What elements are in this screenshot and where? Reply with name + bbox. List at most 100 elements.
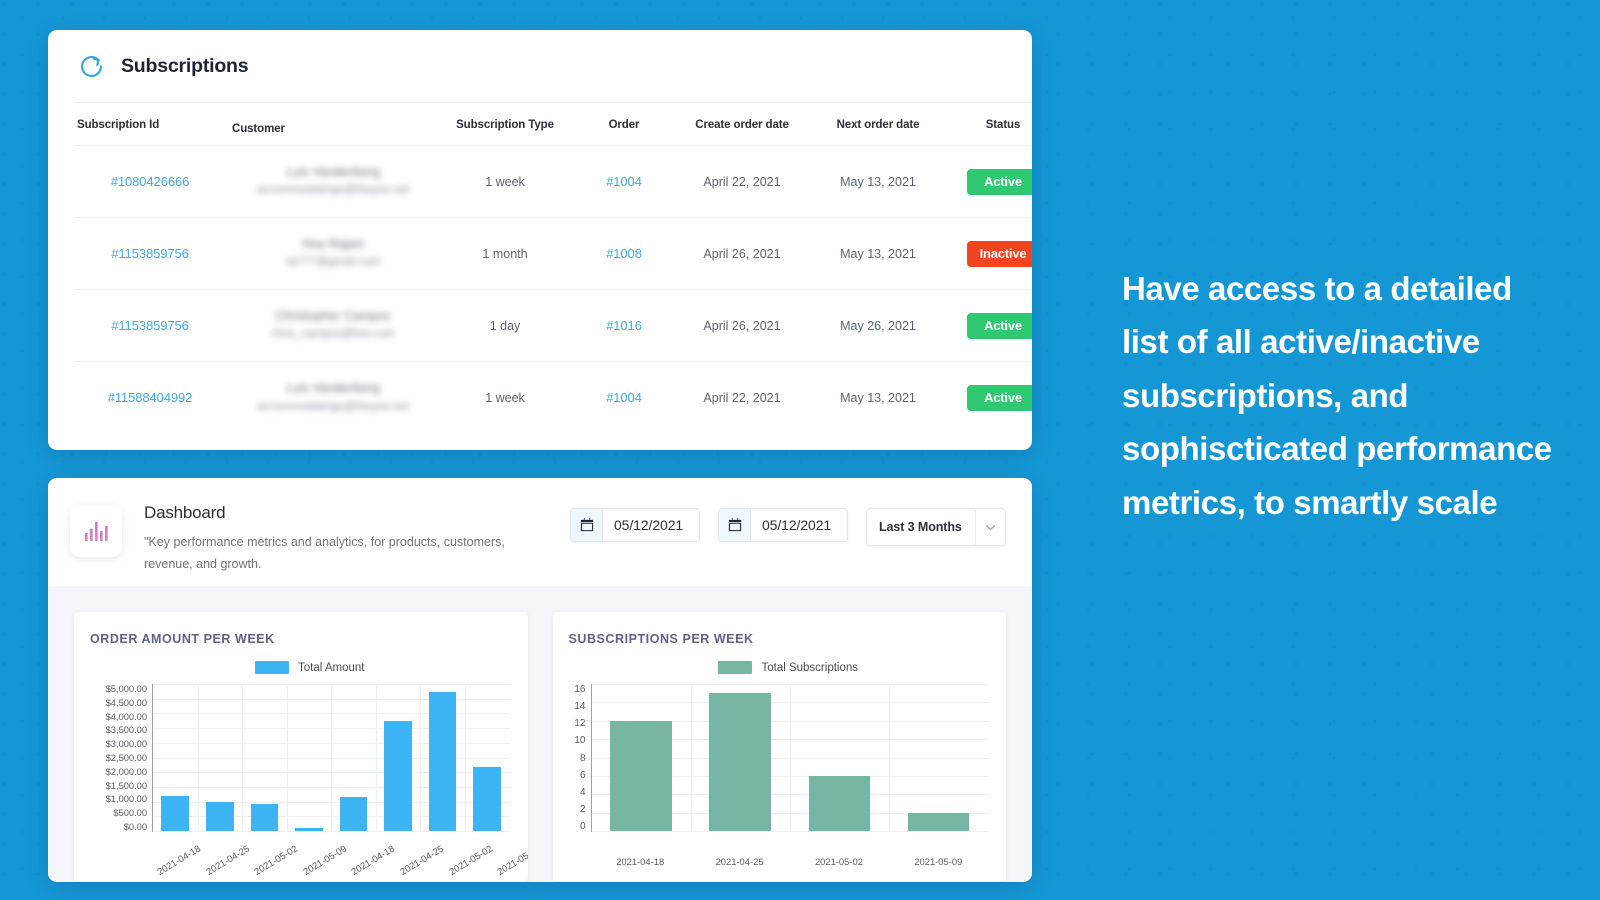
table-row[interactable]: #1080426666 Luis Vandenberg accommodatings… [76, 145, 1032, 218]
table-row[interactable]: #1153859756 Hoa Rajani sa777@gmail.com 1 mo… [76, 217, 1032, 290]
cell-customer: Hoa Rajani sa777@gmail.com [224, 218, 434, 290]
calendar-icon[interactable] [719, 509, 751, 541]
subscriptions-chart-title: SUBSCRIPTIONS PER WEEK [568, 632, 754, 646]
chart-bar[interactable] [295, 828, 323, 831]
cell-subscription-type: 1 week [485, 390, 525, 405]
y-tick-label: $5,000.00 [105, 684, 147, 694]
table-header: Subscription Id Customer Subscription Ty… [76, 102, 1032, 146]
y-tick-label: $2,500.00 [105, 752, 147, 763]
column-header-order[interactable]: Order [576, 103, 672, 146]
cell-next-order-date: May 13, 2021 [840, 390, 916, 405]
y-tick-label: 10 [574, 735, 586, 747]
chart-bar[interactable] [339, 797, 368, 831]
app-screenshot-stack: Subscriptions Subscription Id Customer S… [48, 30, 1032, 882]
customer-redacted: Luis Vandenberg accommodatings@theyne.net [232, 379, 434, 416]
x-tick-label: 2021-04-25 [715, 856, 764, 867]
chart-bar[interactable] [907, 812, 970, 831]
bar-chart-icon [70, 505, 122, 557]
column-header-subscription-id[interactable]: Subscription Id [76, 103, 224, 146]
column-header-subscription-type[interactable]: Subscription Type [434, 103, 576, 146]
y-tick-label: $3,500.00 [105, 725, 147, 736]
y-tick-label: $3,000.00 [105, 739, 147, 750]
order-link[interactable]: #1004 [606, 390, 642, 405]
column-header-create-order-date[interactable]: Create order date [672, 103, 812, 146]
subscription-id-link[interactable]: #1153859756 [111, 318, 189, 333]
status-badge: Active [967, 384, 1032, 411]
legend-label: Total Subscriptions [761, 661, 859, 674]
order-amount-y-axis: $5,000.00 $4,500.00 $4,000.00 $3,500.00 $3,0… [90, 684, 152, 832]
chart-bar[interactable] [384, 721, 412, 831]
customer-email: sa777@gmail.com [285, 256, 381, 269]
subscriptions-plot-wrap: 16 14 12 10 8 6 4 2 0 [569, 684, 988, 854]
column-header-status[interactable]: Status [944, 103, 1032, 146]
chart-bar[interactable] [709, 693, 771, 831]
chevron-down-icon[interactable] [975, 509, 1005, 545]
subscriptions-card-header: Subscriptions [76, 30, 1004, 102]
y-tick-label: 2 [579, 803, 586, 815]
calendar-icon[interactable] [571, 509, 603, 541]
cell-subscription-type: 1 month [482, 246, 528, 261]
order-amount-chart-legend[interactable]: Total Amount [110, 661, 510, 674]
chart-bar[interactable] [808, 775, 871, 831]
y-tick-label: 14 [574, 701, 586, 713]
column-header-next-order-date[interactable]: Next order date [812, 103, 944, 146]
cell-subscription-id: #11588404992 [76, 362, 224, 434]
x-tick-label: 2021-05-02 [814, 856, 863, 867]
subscription-id-link[interactable]: #1080426666 [111, 174, 190, 189]
y-tick-label: $500.00 [113, 808, 147, 819]
y-tick-label: $2,000.00 [105, 766, 147, 777]
cell-status: Active [944, 290, 1032, 362]
subscriptions-chart-legend[interactable]: Total Subscriptions [589, 661, 989, 674]
cell-order: #1004 [576, 362, 672, 434]
order-link[interactable]: #1016 [606, 318, 642, 333]
bar-slot [592, 684, 691, 831]
cell-customer: Luis Vandenberg accommodatings@theyne.net [224, 362, 434, 434]
cell-customer: Christopher Campos chris_campos@live.com [224, 290, 434, 362]
chart-bar[interactable] [206, 802, 234, 831]
table-body: #1080426666 Luis Vandenberg accommodatings… [76, 145, 1032, 434]
cell-order: #1008 [576, 218, 672, 290]
date-range-select[interactable]: Last 3 Months [866, 508, 1006, 546]
cell-status: Active [944, 362, 1032, 434]
calendar-icon-glyph [580, 518, 593, 532]
y-tick-label: 12 [574, 718, 586, 730]
chart-bar[interactable] [161, 795, 190, 831]
y-tick-label: $4,000.00 [105, 711, 147, 722]
subscriptions-y-axis: 16 14 12 10 8 6 4 2 0 [569, 684, 591, 832]
bar-chart-icon-glyph [85, 522, 108, 541]
table-row[interactable]: #11588404992 Luis Vandenberg accommodating… [76, 361, 1032, 434]
customer-email: chris_campos@live.com [270, 328, 396, 341]
date-from-value[interactable]: 05/12/2021 [603, 509, 699, 541]
order-amount-plot-wrap: $5,000.00 $4,500.00 $4,000.00 $3,500.00 $3,0… [90, 684, 510, 854]
cell-subscription-type: 1 day [489, 318, 521, 333]
y-tick-label: 6 [579, 769, 586, 781]
date-to-value[interactable]: 05/12/2021 [751, 509, 847, 541]
bar-slot [198, 684, 243, 831]
dashboard-header: Dashboard "Key performance metrics and a… [48, 478, 1032, 586]
cell-status: Inactive [944, 218, 1032, 290]
cell-create-order-date: April 22, 2021 [703, 174, 781, 189]
chart-bar[interactable] [428, 691, 457, 831]
y-tick-label: 16 [574, 684, 586, 695]
order-link[interactable]: #1008 [606, 246, 642, 261]
subscriptions-table: Subscription Id Customer Subscription Ty… [76, 102, 1032, 434]
refresh-icon[interactable] [78, 53, 105, 80]
chart-bar[interactable] [610, 720, 672, 831]
legend-swatch [255, 661, 289, 674]
table-row[interactable]: #1153859756 Christopher Campos chris_campo… [76, 289, 1032, 362]
gridline-horizontal [153, 831, 510, 832]
page-title: Subscriptions [121, 54, 249, 77]
chart-bar[interactable] [250, 803, 279, 831]
y-tick-label: $1,500.00 [105, 780, 147, 791]
chart-bar[interactable] [473, 767, 502, 831]
y-tick-label: 0 [579, 821, 586, 832]
column-header-customer[interactable]: Customer [224, 103, 434, 146]
customer-email: accommodatings@theyne.net [256, 400, 410, 413]
dashboard-card: Dashboard "Key performance metrics and a… [48, 478, 1032, 882]
subscription-id-link[interactable]: #11588404992 [108, 390, 193, 405]
date-to-field[interactable]: 05/12/2021 [718, 508, 848, 542]
cell-create-order-date: April 26, 2021 [703, 246, 781, 261]
date-from-field[interactable]: 05/12/2021 [570, 508, 700, 542]
subscription-id-link[interactable]: #1153859756 [111, 246, 189, 261]
order-link[interactable]: #1004 [606, 174, 642, 189]
